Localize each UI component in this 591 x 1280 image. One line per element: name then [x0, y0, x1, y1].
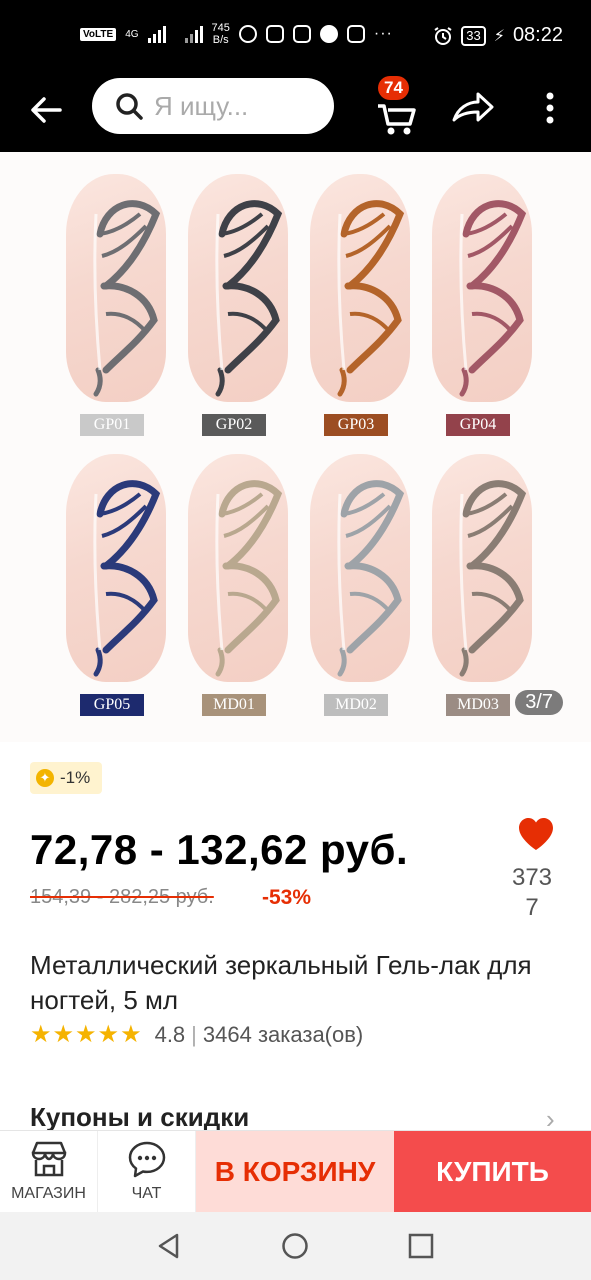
search-placeholder: Я ищу... — [154, 90, 249, 121]
signal-icon — [147, 25, 166, 43]
coin-discount-text: -1% — [60, 768, 91, 787]
network-type: 4G — [125, 28, 139, 40]
instagram-icon — [265, 25, 284, 43]
volte-indicator: VoLTE — [80, 27, 117, 41]
image-pager: 3/7 — [515, 690, 563, 715]
rating-value: 4.8 — [154, 1021, 186, 1047]
butterfly-wing-pattern — [459, 480, 527, 677]
message-icon — [319, 25, 338, 43]
rating-row[interactable]: ★★★★★ 4.8 | 3464 заказа(ов) — [30, 1020, 363, 1049]
shade-code-label: GP03 — [324, 414, 388, 436]
store-button[interactable]: МАГАЗИН — [0, 1131, 98, 1213]
coin-icon: ✦ — [36, 769, 54, 787]
charging-icon: ⚡ — [493, 27, 505, 45]
butterfly-wing-pattern — [337, 480, 405, 677]
nail-swatch-gp01 — [66, 174, 166, 402]
system-navigation-bar — [0, 1212, 591, 1280]
butterfly-wing-pattern — [215, 200, 283, 397]
search-input[interactable]: Я ищу... — [92, 78, 334, 134]
shade-code-label: MD01 — [202, 694, 266, 716]
whatsapp-icon — [238, 25, 257, 43]
nav-recents-icon[interactable] — [407, 1232, 435, 1260]
more-notifications-icon: ··· — [373, 25, 393, 42]
cart-count-badge: 74 — [378, 76, 409, 100]
nail-swatch-gp05 — [66, 454, 166, 682]
butterfly-wing-pattern — [93, 480, 161, 677]
rating-separator: | — [191, 1021, 197, 1047]
shade-code-label: MD02 — [324, 694, 388, 716]
nail-swatch-gp04 — [432, 174, 532, 402]
coupons-heading[interactable]: Купоны и скидки — [30, 1102, 249, 1133]
butterfly-wing-pattern — [215, 480, 283, 677]
clock: 08:22 — [512, 24, 563, 46]
chat-button[interactable]: ЧАТ — [98, 1131, 196, 1213]
butterfly-wing-pattern — [337, 200, 405, 397]
network-speed: 745 B/s — [211, 22, 230, 46]
battery-indicator: 33 — [461, 25, 486, 46]
coin-discount-badge[interactable]: ✦ -1% — [30, 762, 103, 794]
shade-code-label: GP02 — [202, 414, 266, 436]
bottom-action-bar: МАГАЗИН ЧАТ В КОРЗИНУ КУПИТЬ — [0, 1130, 591, 1213]
nav-home-icon[interactable] — [281, 1232, 309, 1260]
share-icon[interactable] — [450, 86, 496, 126]
nail-swatch-md02 — [310, 454, 410, 682]
product-image-gallery[interactable]: GP01 GP02 GP03 GP04 GP05 MD01 MD02 MD03 3/7 — [0, 152, 591, 742]
discount-percent: -53% — [262, 886, 312, 909]
orders-count: 3464 заказа(ов) — [202, 1021, 364, 1047]
top-navigation-bar: Я ищу... 74 — [0, 72, 591, 152]
nail-swatch-md03 — [432, 454, 532, 682]
signal-icon-2 — [184, 25, 203, 43]
price-range: 72,78 - 132,62 руб. — [30, 826, 409, 873]
old-price: 154,39 - 282,25 руб. — [30, 886, 214, 908]
instagram-icon-3 — [346, 25, 365, 43]
store-label: МАГАЗИН — [11, 1185, 86, 1202]
status-bar: VoLTE 4G 745 B/s ··· 33 ⚡ 08:22 — [0, 0, 591, 72]
wishlist-button[interactable]: 3737 — [510, 816, 558, 923]
search-icon — [116, 93, 143, 120]
alarm-icon — [434, 26, 452, 45]
butterfly-wing-pattern — [93, 200, 161, 397]
wishlist-count: 3737 — [511, 864, 553, 921]
nail-swatch-gp03 — [310, 174, 410, 402]
shade-code-label: GP05 — [80, 694, 144, 716]
rating-stars: ★★★★★ — [30, 1021, 143, 1048]
shade-code-label: MD03 — [446, 694, 510, 716]
shade-code-label: GP04 — [446, 414, 510, 436]
nav-back-icon[interactable] — [155, 1232, 183, 1260]
back-arrow-icon[interactable] — [26, 90, 66, 130]
heart-icon — [519, 818, 553, 850]
butterfly-wing-pattern — [459, 200, 527, 397]
nail-swatch-md01 — [188, 454, 288, 682]
more-options-icon[interactable] — [538, 88, 562, 128]
nail-swatch-gp02 — [188, 174, 288, 402]
chat-label: ЧАТ — [131, 1185, 162, 1202]
product-title: Металлический зеркальный Гель-лак для но… — [30, 950, 532, 1015]
chat-icon — [128, 1141, 166, 1178]
store-icon — [31, 1141, 67, 1177]
buy-now-button[interactable]: КУПИТЬ — [394, 1131, 591, 1213]
shade-code-label: GP01 — [80, 414, 144, 436]
add-to-cart-button[interactable]: В КОРЗИНУ — [196, 1131, 394, 1213]
instagram-icon-2 — [292, 25, 311, 43]
